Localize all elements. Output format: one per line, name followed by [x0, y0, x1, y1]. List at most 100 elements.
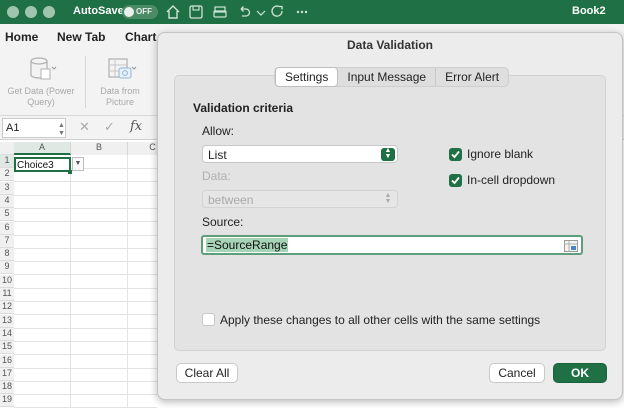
column-header-b[interactable]: B [71, 142, 128, 155]
data-value: between [208, 193, 254, 207]
excel-window: AutoSave OFF Book2 Home New Tab Chart Ge… [0, 0, 624, 408]
checkmark-icon [451, 150, 460, 159]
row-header[interactable]: 16 [0, 354, 14, 368]
row-header[interactable]: 18 [0, 381, 14, 395]
row-header[interactable]: 5 [0, 208, 14, 222]
ribbon-separator [85, 56, 86, 108]
column-header-a[interactable]: A [14, 142, 71, 155]
active-cell-a1[interactable]: Choice3 [14, 157, 71, 172]
gridline [14, 327, 157, 329]
cell-dropdown-button[interactable]: ▼ [72, 157, 84, 171]
in-cell-dropdown-checkbox[interactable] [449, 174, 462, 187]
validation-criteria-heading: Validation criteria [193, 101, 294, 115]
gridline [14, 247, 157, 249]
allow-select[interactable]: List ▲ ▼ [202, 145, 398, 163]
tab-home[interactable]: Home [5, 30, 38, 44]
data-select: between ▲ ▼ [202, 190, 398, 208]
row-header[interactable]: 15 [0, 341, 14, 355]
name-box[interactable]: A1 ▲ ▼ [2, 118, 66, 138]
cancel-formula-icon[interactable]: ✕ [79, 119, 90, 135]
gridline [14, 261, 157, 263]
source-input[interactable]: =SourceRange [201, 235, 583, 255]
row-header[interactable]: 13 [0, 314, 14, 328]
clear-all-button[interactable]: Clear All [176, 363, 238, 383]
tab-settings[interactable]: Settings [275, 67, 339, 87]
gridline [14, 194, 157, 196]
row-header[interactable]: 3 [0, 181, 14, 195]
select-all-corner[interactable] [0, 142, 14, 155]
ok-button[interactable]: OK [553, 363, 607, 383]
in-cell-dropdown-label: In-cell dropdown [467, 173, 556, 187]
apply-all-label: Apply these changes to all other cells w… [220, 313, 541, 327]
save-icon[interactable] [188, 3, 204, 21]
get-data-label: Get Data (Power Query) [7, 86, 75, 107]
minimize-window-button[interactable] [25, 6, 37, 18]
ignore-blank-label: Ignore blank [467, 147, 534, 161]
gridline [14, 394, 157, 396]
gridline [14, 181, 157, 183]
row-header[interactable]: 12 [0, 301, 14, 315]
source-value: =SourceRange [206, 238, 289, 252]
get-data-button[interactable]: Get Data (Power Query) [3, 56, 79, 108]
source-label: Source: [202, 215, 244, 229]
autosave-state: OFF [136, 7, 152, 16]
row-header[interactable]: 6 [0, 221, 14, 235]
confirm-formula-icon[interactable]: ✓ [104, 119, 115, 135]
ignore-blank-checkbox[interactable] [449, 148, 462, 161]
data-validation-dialog: Data Validation Settings Input Message E… [157, 32, 623, 400]
cancel-button[interactable]: Cancel [489, 363, 545, 383]
name-box-value: A1 [6, 122, 20, 134]
dialog-tabs: Settings Input Message Error Alert [274, 67, 510, 87]
gridline [127, 155, 128, 408]
gridline [14, 274, 157, 276]
allow-label: Allow: [202, 124, 235, 138]
select-arrows-icon: ▲ ▼ [384, 192, 392, 205]
gridline [14, 354, 157, 356]
row-header[interactable]: 4 [0, 194, 14, 208]
row-header[interactable]: 2 [0, 168, 14, 182]
close-window-button[interactable] [7, 6, 19, 18]
tab-new-tab[interactable]: New Tab [57, 30, 105, 44]
undo-icon[interactable] [236, 3, 252, 21]
undo-dropdown-icon[interactable] [253, 3, 269, 21]
apply-all-checkbox[interactable] [202, 313, 215, 326]
gridline [14, 314, 157, 316]
row-header[interactable]: 11 [0, 288, 14, 301]
gridline [70, 155, 71, 408]
dialog-title: Data Validation [346, 38, 434, 52]
row-header[interactable]: 8 [0, 248, 14, 262]
row-header[interactable]: 17 [0, 367, 14, 381]
autosave-label: AutoSave [73, 5, 124, 17]
range-selector-icon[interactable] [564, 239, 578, 252]
select-arrows-icon: ▲ ▼ [381, 147, 395, 161]
zoom-window-button[interactable] [43, 6, 55, 18]
database-icon [28, 56, 57, 82]
toggle-knob [124, 7, 134, 17]
title-bar: AutoSave OFF Book2 [0, 0, 624, 24]
insert-function-icon[interactable]: fx [130, 119, 142, 134]
row-header[interactable]: 14 [0, 327, 14, 341]
gridline [14, 221, 157, 223]
row-header[interactable]: 10 [0, 274, 14, 288]
gridline [14, 234, 157, 236]
row-header[interactable]: 9 [0, 261, 14, 275]
tab-input-message[interactable]: Input Message [338, 68, 435, 86]
name-box-stepper-icon[interactable]: ▲ ▼ [58, 122, 65, 138]
row-header[interactable]: 1 [0, 155, 14, 168]
print-icon[interactable] [212, 3, 228, 21]
picture-table-icon [107, 56, 137, 82]
allow-value: List [208, 148, 227, 162]
more-icon[interactable] [294, 3, 310, 21]
redo-icon[interactable] [270, 3, 286, 21]
data-label: Data: [202, 169, 231, 183]
gridline [14, 301, 157, 302]
workbook-title: Book2 [572, 5, 606, 17]
row-header[interactable]: 19 [0, 394, 14, 408]
row-header[interactable]: 7 [0, 234, 14, 248]
home-icon[interactable] [165, 3, 181, 21]
tab-error-alert[interactable]: Error Alert [435, 68, 508, 86]
tab-chart[interactable]: Chart [125, 30, 156, 44]
gridline [14, 367, 157, 369]
autosave-toggle[interactable]: OFF [122, 5, 158, 19]
data-from-picture-button[interactable]: Data from Picture [92, 56, 148, 108]
